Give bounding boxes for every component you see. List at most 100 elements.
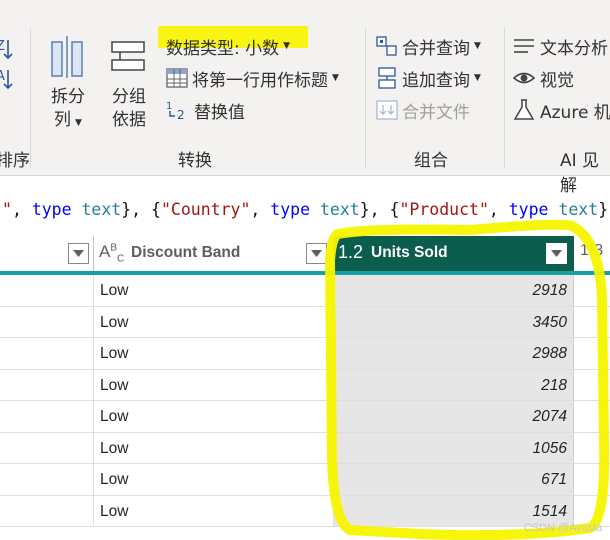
split-column-label-1: 拆分 xyxy=(51,87,85,107)
formula-token: "Country" xyxy=(161,200,251,219)
table-cell-discount-band[interactable]: Low xyxy=(94,306,334,338)
whole-number-type-icon: 1²3 xyxy=(580,242,604,259)
group-by-label-2: 依据 xyxy=(112,110,146,130)
formula-bar[interactable]: ", type text}, {"Country", type text}, {… xyxy=(0,195,610,225)
table-cell-discount-band[interactable]: Low xyxy=(94,495,334,527)
group-by-icon xyxy=(111,41,145,71)
ai-insights-group-label: AI 见解 xyxy=(560,151,600,196)
formula-token: }, { xyxy=(359,200,400,219)
table-cell[interactable] xyxy=(0,495,94,527)
formula-token: }, { xyxy=(121,200,161,219)
transform-group-label: 转换 xyxy=(178,151,212,171)
chevron-down-icon xyxy=(73,250,84,257)
svg-text:A: A xyxy=(0,69,5,84)
watermark: CSDN @Avasla xyxy=(523,522,602,534)
data-grid: ABC Discount Band 1.2 Units Sold 1²3 Low… xyxy=(0,236,610,540)
formula-token: type xyxy=(270,200,311,219)
sort-ascending-icon[interactable]: Z xyxy=(0,36,18,66)
vision-eye-icon xyxy=(512,72,536,84)
decimal-type-icon: 1.2 xyxy=(338,242,364,262)
data-type-label: 数据类型: 小数 xyxy=(166,38,280,59)
table-cell-units-sold[interactable]: 2074 xyxy=(334,401,574,433)
table-cell[interactable] xyxy=(574,464,610,496)
column-header-left[interactable] xyxy=(0,236,94,272)
table-cell[interactable] xyxy=(0,464,94,496)
formula-token: } xyxy=(598,200,609,219)
column-title-units-sold: Units Sold xyxy=(371,244,448,261)
split-column-button[interactable]: 拆分 列 ▼ xyxy=(44,34,92,135)
use-first-row-headers-button[interactable]: 将第一行用作标题 ▼ xyxy=(166,65,339,91)
table-cell-discount-band[interactable]: Low xyxy=(94,401,334,433)
text-analytics-label: 文本分析 xyxy=(540,38,608,59)
replace-values-button[interactable]: 1 2 替换值 xyxy=(166,97,245,123)
svg-text:2: 2 xyxy=(177,108,185,121)
merge-queries-button[interactable]: 合并查询 ▼ xyxy=(376,33,481,59)
formula-token: text xyxy=(558,200,599,219)
flask-icon xyxy=(513,99,535,120)
formula-token: "Product" xyxy=(399,200,489,219)
table-cell-discount-band[interactable]: Low xyxy=(94,338,334,370)
text-analytics-button[interactable]: 文本分析 xyxy=(512,33,608,59)
table-cell-units-sold[interactable]: 218 xyxy=(334,369,574,401)
use-first-row-headers-label: 将第一行用作标题 xyxy=(192,70,328,91)
table-cell-units-sold[interactable]: 2918 xyxy=(334,275,574,307)
table-cell[interactable] xyxy=(574,307,610,338)
column-header-units-sold[interactable]: 1.2 Units Sold xyxy=(334,236,574,272)
table-cell-units-sold[interactable]: 2988 xyxy=(334,338,574,370)
chevron-down-icon xyxy=(551,250,562,257)
merge-queries-icon xyxy=(376,36,397,56)
combine-files-label: 合并文件 xyxy=(402,102,470,123)
column-title-discount-band: Discount Band xyxy=(131,244,241,261)
column-filter-button[interactable] xyxy=(306,243,327,264)
group-by-button[interactable]: 分组 依据 xyxy=(104,34,154,132)
table-cell-discount-band[interactable]: Low xyxy=(94,275,334,307)
table-cell[interactable] xyxy=(574,370,610,401)
table-cell[interactable] xyxy=(574,338,610,370)
ribbon: Z A 排序 拆分 列 ▼ 分组 依据 数据类型: 小数 ▼ 将第一行用作标题 … xyxy=(0,0,610,196)
table-cell-units-sold[interactable]: 3450 xyxy=(334,306,574,338)
sort-descending-icon[interactable]: A xyxy=(0,66,18,96)
svg-text:1: 1 xyxy=(166,101,172,112)
column-header-discount-band[interactable]: ABC Discount Band xyxy=(94,236,334,272)
replace-values-icon: 1 2 xyxy=(166,101,185,121)
append-queries-button[interactable]: 追加查询 ▼ xyxy=(376,65,481,91)
table-cell[interactable] xyxy=(574,401,610,433)
vision-button[interactable]: 视觉 xyxy=(512,65,574,91)
formula-token: , xyxy=(11,200,32,219)
table-cell[interactable] xyxy=(0,432,94,464)
chevron-down-icon xyxy=(311,250,322,257)
formula-token: text xyxy=(319,200,360,219)
formula-token: type xyxy=(31,200,72,219)
formula-token: type xyxy=(508,200,549,219)
table-cell[interactable] xyxy=(0,306,94,338)
table-cell-discount-band[interactable]: Low xyxy=(94,432,334,464)
formula-token: text xyxy=(81,200,122,219)
formula-token xyxy=(549,200,559,219)
formula-token: " xyxy=(2,200,12,219)
table-cell[interactable] xyxy=(0,275,94,307)
replace-values-label: 替换值 xyxy=(194,102,245,123)
column-filter-button[interactable] xyxy=(68,243,89,264)
sort-group-label: 排序 xyxy=(0,151,30,171)
combine-group-label: 组合 xyxy=(414,151,448,171)
table-cell[interactable] xyxy=(0,369,94,401)
combine-files-button[interactable]: 合并文件 xyxy=(376,97,470,123)
azure-ml-button[interactable]: Azure 机 xyxy=(512,97,610,123)
group-by-label-1: 分组 xyxy=(112,87,146,107)
text-analytics-icon xyxy=(514,39,534,53)
column-header-next[interactable]: 1²3 xyxy=(574,236,610,272)
table-cell[interactable] xyxy=(574,275,610,307)
table-cell[interactable] xyxy=(0,338,94,370)
formula-token: , xyxy=(488,200,509,219)
combine-files-icon xyxy=(376,100,398,120)
table-cell-discount-band[interactable]: Low xyxy=(94,464,334,496)
table-cell-units-sold[interactable]: 1056 xyxy=(334,432,574,464)
data-type-dropdown[interactable]: 数据类型: 小数 ▼ xyxy=(166,33,290,59)
table-cell[interactable] xyxy=(0,401,94,433)
table-cell-discount-band[interactable]: Low xyxy=(94,369,334,401)
table-cell[interactable] xyxy=(574,433,610,464)
column-filter-button[interactable] xyxy=(546,243,567,264)
svg-text:Z: Z xyxy=(0,39,5,54)
text-type-icon: ABC xyxy=(99,242,125,265)
table-cell-units-sold[interactable]: 671 xyxy=(334,464,574,496)
